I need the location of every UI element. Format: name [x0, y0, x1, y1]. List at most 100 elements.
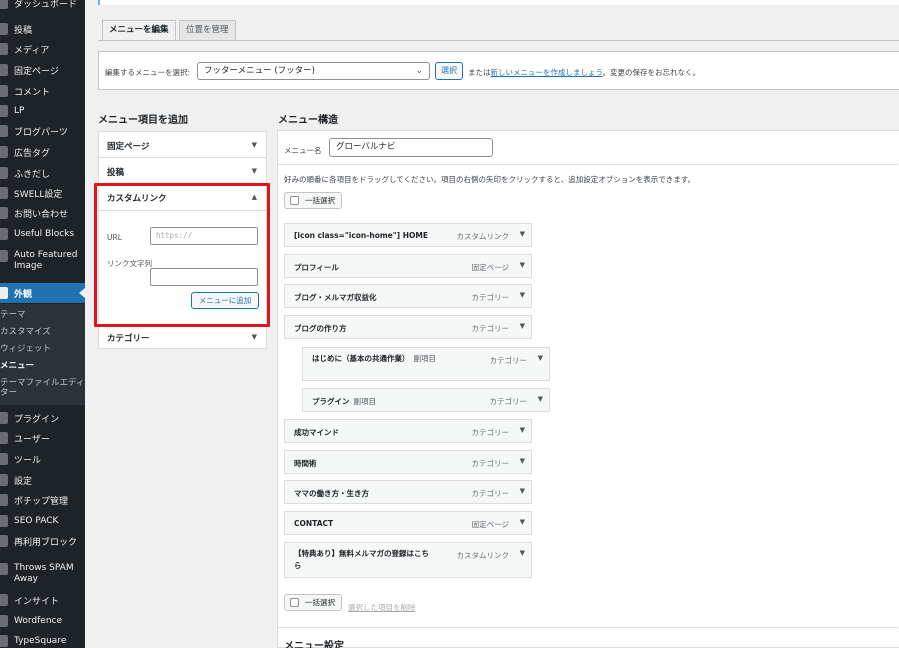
sidebar-item-dashboard[interactable]: ダッシュボード — [0, 0, 85, 10]
seo-icon — [0, 515, 8, 527]
sidebar-item-users[interactable]: ユーザー — [0, 431, 85, 445]
chevron-down-icon[interactable]: ▼ — [520, 322, 525, 330]
sidebar-item-seo-pack[interactable]: SEO PACK — [0, 514, 85, 528]
link-text-label: リンク文字列 — [107, 259, 152, 268]
chevron-down-icon[interactable]: ▼ — [520, 261, 525, 269]
menu-item[interactable]: 時間術 カテゴリー ▼ — [284, 450, 532, 474]
main-content: メニューを編集 位置を管理 編集するメニューを選択: フッターメニュー (フッタ… — [85, 0, 899, 648]
menu-item[interactable]: CONTACT 固定ページ ▼ — [284, 511, 532, 535]
drag-instruction: 好みの順番に各項目をドラッグしてください。項目の右側の矢印をクリックすると、追加… — [284, 175, 695, 184]
plugin-icon — [0, 412, 8, 424]
sidebar-item-pochipp[interactable]: ポチップ管理 — [0, 493, 85, 507]
select-note: または新しいメニューを作成しましょう。変更の保存をお忘れなく。 — [468, 68, 701, 77]
menu-item[interactable]: ブログ・メルマガ収益化 カテゴリー ▼ — [284, 284, 532, 308]
menu-item[interactable]: ブログの作り方 カテゴリー ▼ — [284, 315, 532, 339]
bulk-select-button-bottom[interactable]: 一括選択 — [284, 594, 342, 611]
sidebar-item-wordfence[interactable]: Wordfence — [0, 614, 85, 628]
menu-item[interactable]: [icon class="icon-home"] HOME カスタムリンク ▼ — [284, 223, 532, 247]
sub-item-label: 副項目 — [353, 397, 377, 406]
chevron-up-icon[interactable]: ▲ — [252, 193, 257, 201]
sidebar-item-typesquare[interactable]: TypeSquare — [0, 634, 85, 648]
sub-item-label: 副項目 — [413, 354, 437, 363]
custom-links-heading[interactable]: カスタムリンク — [107, 192, 167, 204]
menu-name-input[interactable]: グローバルナビ — [329, 138, 493, 157]
chevron-down-icon[interactable]: ▼ — [520, 487, 525, 495]
sidebar-item-useful-blocks[interactable]: Useful Blocks — [0, 227, 85, 241]
sidebar-item-blog-parts[interactable]: ブログパーツ — [0, 124, 85, 138]
insights-icon — [0, 594, 8, 606]
mail-icon — [0, 207, 8, 219]
wordfence-icon — [0, 615, 8, 627]
chevron-down-icon: ▼ — [251, 167, 257, 175]
sidebar-item-plugins[interactable]: プラグイン — [0, 411, 85, 425]
chevron-down-icon[interactable]: ▼ — [520, 457, 525, 465]
appearance-submenu: テーマ カスタマイズ ウィジェット メニュー テーマファイルエディター — [0, 304, 85, 405]
submenu-customize[interactable]: カスタマイズ — [0, 327, 85, 337]
sidebar-item-media[interactable]: メディア — [0, 42, 85, 56]
menu-item[interactable]: 成功マインド カテゴリー ▼ — [284, 419, 532, 443]
submenu-widgets[interactable]: ウィジェット — [0, 344, 85, 354]
chevron-down-icon[interactable]: ▼ — [520, 549, 525, 557]
sidebar-item-posts[interactable]: 投稿 — [0, 22, 85, 36]
tab-edit-menus[interactable]: メニューを編集 — [102, 20, 176, 41]
sidebar-item-swell-settings[interactable]: SWELL設定 — [0, 186, 85, 200]
tab-manage-locations[interactable]: 位置を管理 — [179, 20, 236, 41]
sidebar-item-appearance[interactable]: 外観 — [0, 283, 85, 303]
sidebar-item-insights[interactable]: インサイト — [0, 593, 85, 607]
tab-divider — [98, 40, 899, 41]
checkbox[interactable] — [290, 598, 299, 607]
megaphone-icon — [0, 146, 8, 158]
lp-icon — [0, 105, 8, 117]
menu-item[interactable]: 【特典あり】無料メルマガの登録はこちら カスタムリンク ▼ — [284, 542, 532, 578]
chevron-down-icon[interactable]: ▼ — [520, 518, 525, 526]
sidebar-item-settings[interactable]: 設定 — [0, 473, 85, 487]
top-notice — [98, 0, 899, 5]
chevron-down-icon[interactable]: ▼ — [520, 230, 525, 238]
url-label: URL — [107, 233, 122, 242]
url-input[interactable]: https:// — [150, 227, 258, 245]
chevron-down-icon[interactable]: ▼ — [538, 395, 543, 403]
comment-icon — [0, 85, 8, 97]
menu-item-sub[interactable]: プラグイン 副項目 カテゴリー ▼ — [302, 388, 550, 412]
sidebar-item-auto-featured-image[interactable]: Auto Featured Image — [0, 250, 85, 272]
admin-sidebar: ダッシュボード 投稿 メディア 固定ページ コメント LP ブログパーツ 広告タ… — [0, 0, 85, 648]
typesquare-icon — [0, 635, 8, 647]
spam-icon — [0, 563, 8, 575]
submenu-menus[interactable]: メニュー — [0, 361, 85, 371]
media-icon — [0, 43, 8, 55]
sidebar-item-reusable-blocks[interactable]: 再利用ブロック — [0, 534, 85, 548]
accordion-posts[interactable]: 投稿 ▼ — [98, 157, 267, 184]
chevron-down-icon[interactable]: ▼ — [520, 291, 525, 299]
menu-item[interactable]: プロフィール 固定ページ ▼ — [284, 254, 532, 278]
sidebar-item-lp[interactable]: LP — [0, 104, 85, 118]
accordion-pages[interactable]: 固定ページ ▼ — [98, 131, 267, 158]
submenu-theme-file-editor[interactable]: テーマファイルエディター — [0, 378, 85, 398]
sidebar-item-comments[interactable]: コメント — [0, 84, 85, 98]
add-to-menu-button[interactable]: メニューに追加 — [191, 292, 259, 309]
accordion-categories[interactable]: カテゴリー ▼ — [98, 325, 267, 349]
submenu-themes[interactable]: テーマ — [0, 310, 85, 320]
sidebar-item-throws-spam-away[interactable]: Throws SPAM Away — [0, 563, 85, 585]
chevron-down-icon[interactable]: ▼ — [538, 354, 543, 362]
remove-selected-link[interactable]: 選択した項目を削除 — [348, 602, 416, 613]
sidebar-item-tools[interactable]: ツール — [0, 452, 85, 466]
menu-item[interactable]: ママの働き方・生き方 カテゴリー ▼ — [284, 480, 532, 504]
bulk-select-button[interactable]: 一括選択 — [284, 192, 342, 209]
sidebar-item-ad-tags[interactable]: 広告タグ — [0, 145, 85, 159]
settings-icon — [0, 474, 8, 486]
checkbox[interactable] — [290, 196, 299, 205]
sidebar-item-balloon[interactable]: ふきだし — [0, 166, 85, 180]
menu-select-label: 編集するメニューを選択: — [105, 68, 191, 77]
chevron-down-icon: ▼ — [251, 333, 257, 341]
speech-bubble-icon — [0, 167, 8, 179]
chevron-down-icon[interactable]: ▼ — [520, 426, 525, 434]
sidebar-item-contact[interactable]: お問い合わせ — [0, 206, 85, 220]
menu-item-sub[interactable]: はじめに（基本の共通作業） 副項目 カテゴリー ▼ — [302, 347, 550, 381]
menu-select-dropdown[interactable]: フッターメニュー (フッター) ⌄ — [197, 62, 430, 80]
link-text-input[interactable] — [150, 268, 258, 286]
create-new-menu-link[interactable]: 新しいメニューを作成しましょう — [491, 68, 603, 77]
select-button[interactable]: 選択 — [435, 62, 463, 80]
menu-select-bar: 編集するメニューを選択: フッターメニュー (フッター) ⌄ 選択 または新しい… — [98, 51, 899, 90]
sidebar-item-pages[interactable]: 固定ページ — [0, 63, 85, 77]
accordion-custom-links: カスタムリンク ▲ URL https:// リンク文字列 メニューに追加 — [98, 183, 267, 326]
